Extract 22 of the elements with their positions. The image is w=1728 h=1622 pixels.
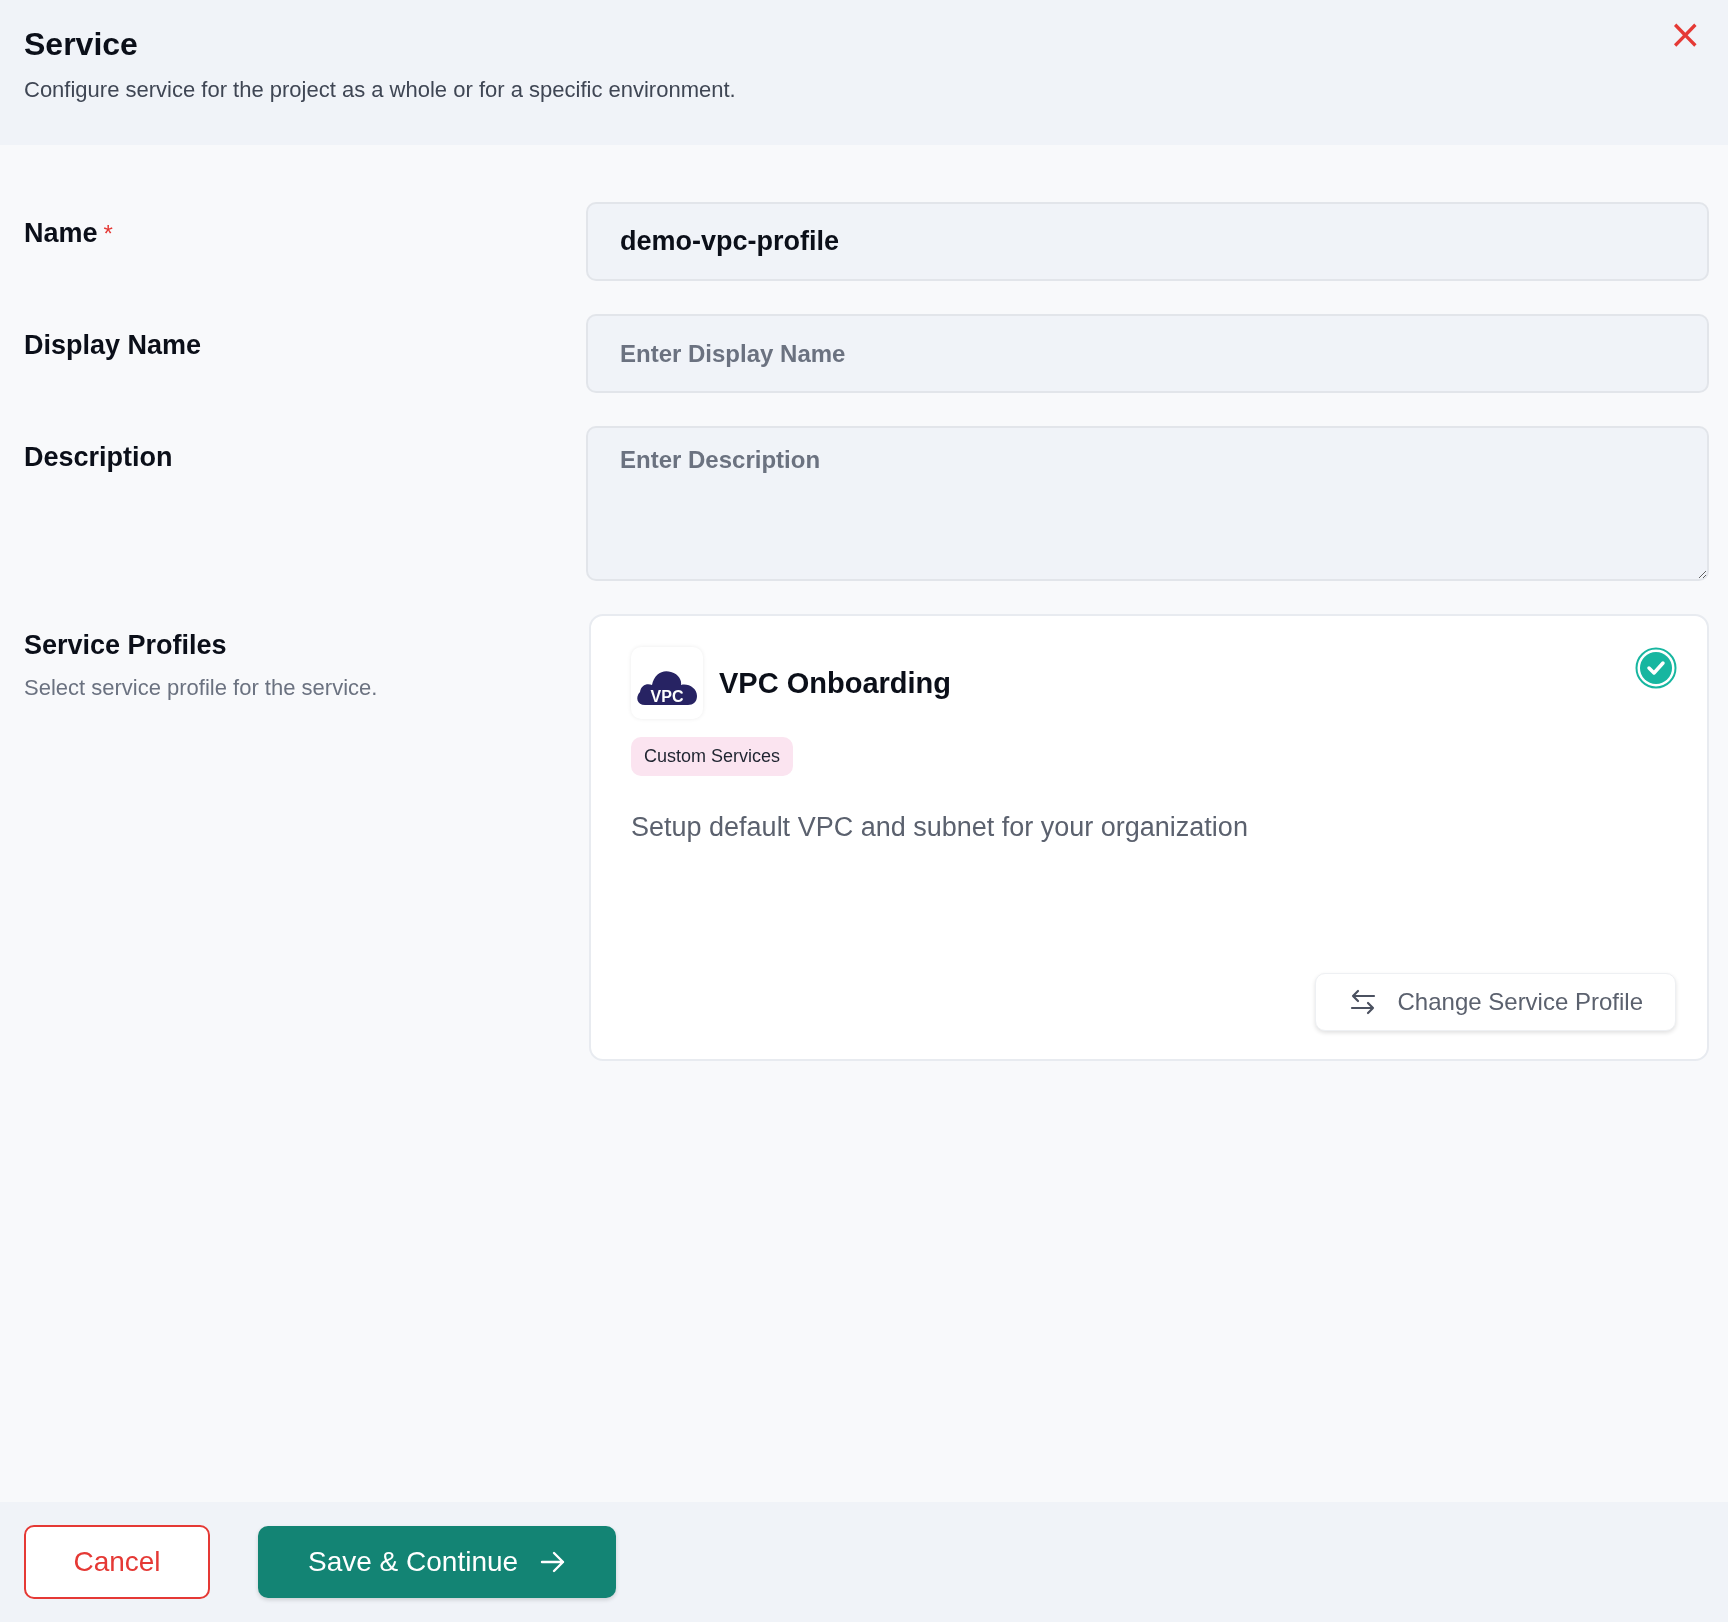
swap-arrows-icon [1349, 989, 1376, 1015]
dialog-subtitle: Configure service for the project as a whole or for a specific environment. [24, 77, 736, 103]
field-label: Name [24, 218, 98, 248]
text-field[interactable]: Enter Display Name [586, 314, 1709, 393]
cancel-button[interactable]: Cancel [24, 1525, 210, 1599]
text-field[interactable]: demo-vpc-profile [586, 202, 1709, 281]
change-profile-button[interactable]: Change Service Profile [1314, 973, 1676, 1031]
cloud-logo: VPC [631, 647, 703, 719]
field-label: Description [24, 442, 173, 472]
field-label: Display Name [24, 330, 202, 360]
profile-title: VPC Onboarding [719, 666, 951, 700]
profile-description: Setup default VPC and subnet for your organization [631, 812, 1249, 843]
category-tag: Custom Services [631, 737, 794, 776]
arrow-right-icon [540, 1550, 567, 1574]
required-asterisk: * [103, 220, 113, 247]
field-hint: Select service profile for the service. [24, 675, 378, 701]
field-label: Service Profiles [24, 630, 227, 661]
save-continue-button[interactable]: Save & Continue [258, 1526, 617, 1598]
close-button[interactable]: × [1664, 14, 1706, 54]
description-field[interactable]: Enter Description [586, 426, 1709, 581]
service-profile-card[interactable]: VPC VPC Onboarding Custom Services Setup default VPC and subnet for your organization Change Service Profile [589, 614, 1709, 1061]
dialog-title: Service [24, 26, 138, 63]
